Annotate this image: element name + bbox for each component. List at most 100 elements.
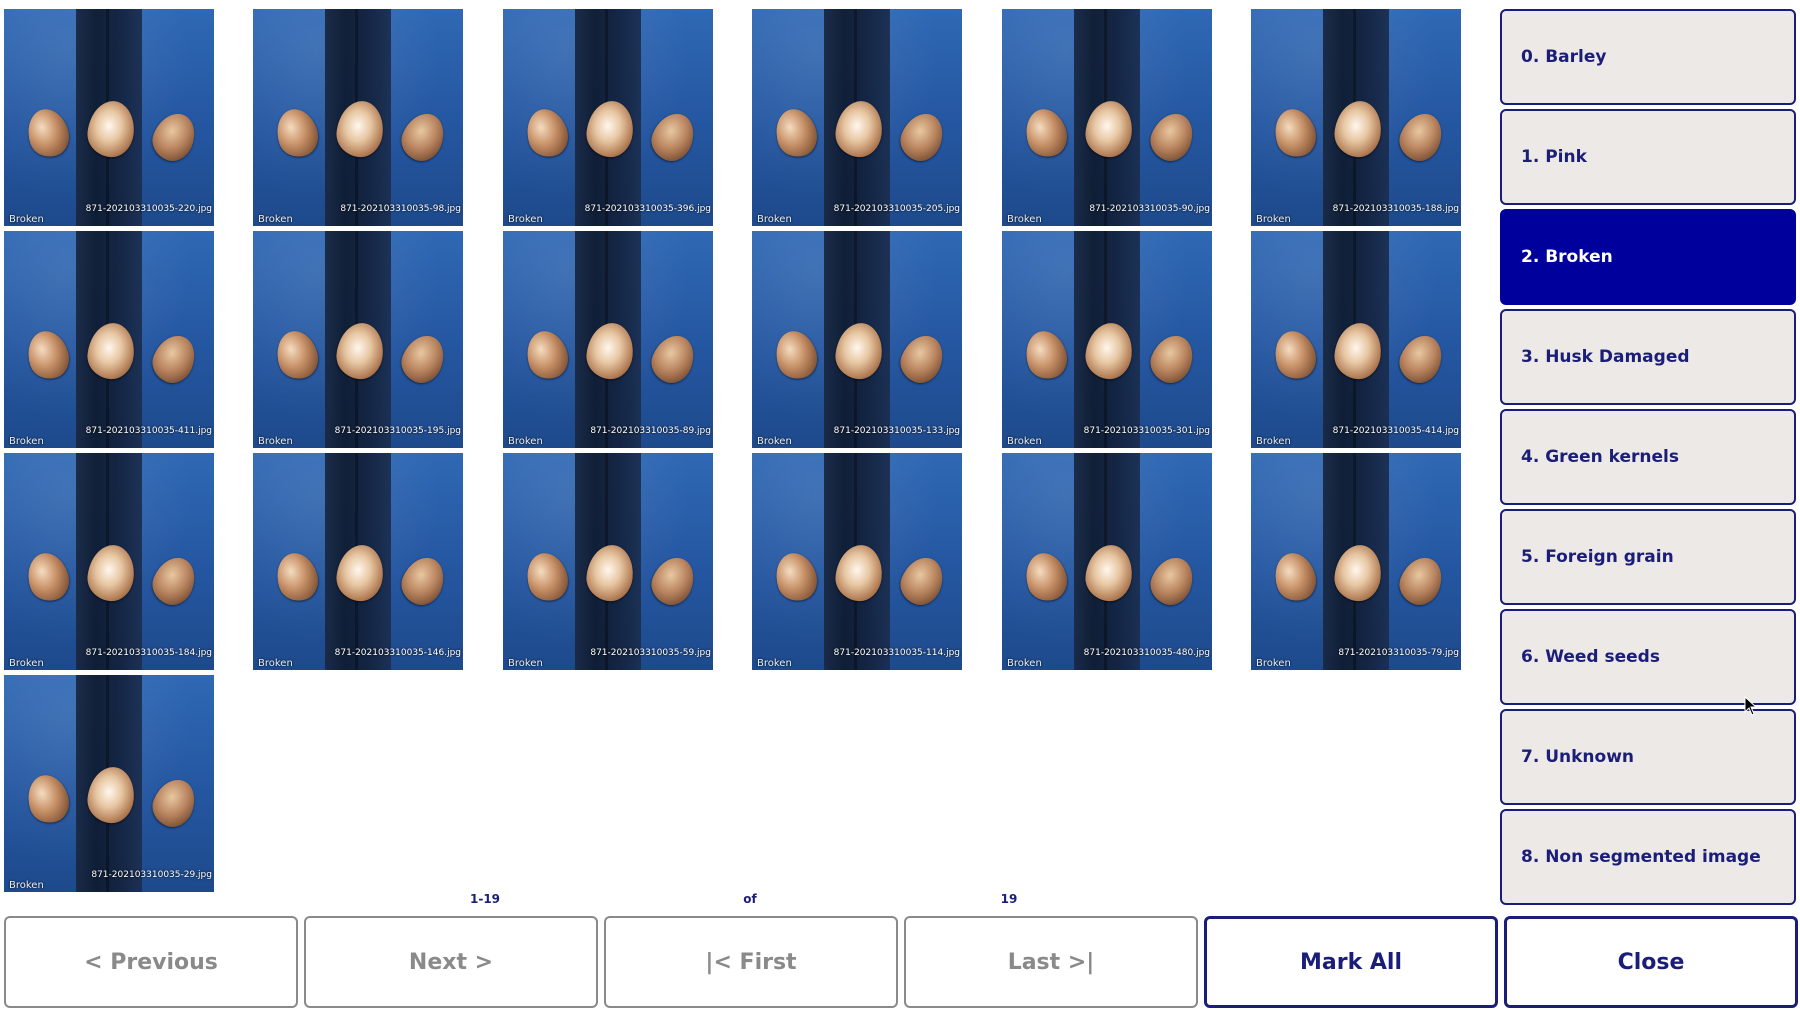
tile-class-label: Broken (1256, 436, 1291, 447)
tile-filename: 871-202103310035-89.jpg (590, 426, 711, 436)
kernel-image (270, 547, 324, 607)
kernel-image (270, 325, 324, 385)
kernel-image (645, 551, 701, 611)
last-button[interactable]: Last >| (904, 916, 1198, 1008)
tile-class-label: Broken (9, 658, 44, 669)
tile-filename: 871-202103310035-195.jpg (334, 426, 461, 436)
category-button[interactable]: 3. Husk Damaged (1500, 309, 1796, 405)
category-button[interactable]: 6. Weed seeds (1500, 609, 1796, 705)
image-tile[interactable]: Broken 871-202103310035-79.jpg (1251, 453, 1461, 670)
image-tile[interactable]: Broken 871-202103310035-90.jpg (1002, 9, 1212, 226)
tile-filename: 871-202103310035-98.jpg (340, 204, 461, 214)
category-button[interactable]: 1. Pink (1500, 109, 1796, 205)
tile-class-label: Broken (508, 214, 543, 225)
image-tile[interactable]: Broken 871-202103310035-188.jpg (1251, 9, 1461, 226)
previous-button[interactable]: < Previous (4, 916, 298, 1008)
pager-info: 1-19 of 19 (0, 892, 1800, 912)
tile-class-label: Broken (508, 658, 543, 669)
tile-filename: 871-202103310035-411.jpg (85, 426, 212, 436)
page-of-label: of (743, 892, 757, 906)
tile-class-label: Broken (258, 436, 293, 447)
image-tile[interactable]: Broken 871-202103310035-184.jpg (4, 453, 214, 670)
tile-class-label: Broken (1007, 214, 1042, 225)
image-tile[interactable]: Broken 871-202103310035-414.jpg (1251, 231, 1461, 448)
image-tile[interactable]: Broken 871-202103310035-89.jpg (503, 231, 713, 448)
first-button[interactable]: |< First (604, 916, 898, 1008)
kernel-image (645, 329, 701, 389)
category-button[interactable]: 2. Broken (1500, 209, 1796, 305)
image-tile[interactable]: Broken 871-202103310035-114.jpg (752, 453, 962, 670)
kernel-image (395, 107, 451, 167)
page-total: 19 (1000, 892, 1018, 906)
tile-class-label: Broken (757, 436, 792, 447)
category-button[interactable]: 4. Green kernels (1500, 409, 1796, 505)
kernel-image (1144, 107, 1200, 167)
kernel-image (1268, 103, 1322, 163)
kernel-image (1019, 103, 1073, 163)
kernel-image (769, 547, 823, 607)
kernel-image (520, 547, 574, 607)
kernel-image (769, 103, 823, 163)
image-tile[interactable]: Broken 871-202103310035-195.jpg (253, 231, 463, 448)
tile-filename: 871-202103310035-301.jpg (1083, 426, 1210, 436)
tile-filename: 871-202103310035-133.jpg (833, 426, 960, 436)
image-tile[interactable]: Broken 871-202103310035-480.jpg (1002, 453, 1212, 670)
tile-class-label: Broken (757, 658, 792, 669)
kernel-image (270, 103, 324, 163)
kernel-image (894, 107, 950, 167)
image-tile[interactable]: Broken 871-202103310035-301.jpg (1002, 231, 1212, 448)
kernel-image (645, 107, 701, 167)
kernel-image (1393, 551, 1449, 611)
tile-class-label: Broken (9, 880, 44, 891)
kernel-image (146, 107, 202, 167)
category-button[interactable]: 8. Non segmented image (1500, 809, 1796, 905)
image-tile[interactable]: Broken 871-202103310035-411.jpg (4, 231, 214, 448)
kernel-image (21, 325, 75, 385)
image-tile[interactable]: Broken 871-202103310035-29.jpg (4, 675, 214, 892)
kernel-image (520, 325, 574, 385)
kernel-image (146, 773, 202, 833)
image-tile[interactable]: Broken 871-202103310035-205.jpg (752, 9, 962, 226)
tile-filename: 871-202103310035-205.jpg (833, 204, 960, 214)
kernel-image (395, 329, 451, 389)
category-button[interactable]: 7. Unknown (1500, 709, 1796, 805)
tile-class-label: Broken (258, 658, 293, 669)
mouse-cursor-icon (1744, 696, 1758, 716)
kernel-image (21, 769, 75, 829)
kernel-image (1019, 325, 1073, 385)
tile-filename: 871-202103310035-220.jpg (85, 204, 212, 214)
kernel-image (1268, 325, 1322, 385)
kernel-image (894, 329, 950, 389)
tile-class-label: Broken (1007, 436, 1042, 447)
page-range: 1-19 (469, 892, 501, 906)
tile-class-label: Broken (258, 214, 293, 225)
tile-filename: 871-202103310035-414.jpg (1332, 426, 1459, 436)
tile-filename: 871-202103310035-396.jpg (584, 204, 711, 214)
image-tile[interactable]: Broken 871-202103310035-59.jpg (503, 453, 713, 670)
kernel-image (21, 103, 75, 163)
image-tile[interactable]: Broken 871-202103310035-133.jpg (752, 231, 962, 448)
kernel-image (1393, 329, 1449, 389)
image-grid: Broken 871-202103310035-220.jpg Broken 871-… (0, 0, 1490, 900)
tile-filename: 871-202103310035-146.jpg (334, 648, 461, 658)
tile-class-label: Broken (508, 436, 543, 447)
kernel-image (769, 325, 823, 385)
mark-all-button[interactable]: Mark All (1204, 916, 1498, 1008)
image-tile[interactable]: Broken 871-202103310035-220.jpg (4, 9, 214, 226)
tile-class-label: Broken (1007, 658, 1042, 669)
image-tile[interactable]: Broken 871-202103310035-98.jpg (253, 9, 463, 226)
kernel-image (894, 551, 950, 611)
tile-filename: 871-202103310035-480.jpg (1083, 648, 1210, 658)
tile-class-label: Broken (757, 214, 792, 225)
image-tile[interactable]: Broken 871-202103310035-396.jpg (503, 9, 713, 226)
category-button[interactable]: 0. Barley (1500, 9, 1796, 105)
kernel-image (146, 551, 202, 611)
close-button[interactable]: Close (1504, 916, 1798, 1008)
kernel-image (1268, 547, 1322, 607)
tile-class-label: Broken (1256, 214, 1291, 225)
category-button[interactable]: 5. Foreign grain (1500, 509, 1796, 605)
image-tile[interactable]: Broken 871-202103310035-146.jpg (253, 453, 463, 670)
tile-class-label: Broken (1256, 658, 1291, 669)
next-button[interactable]: Next > (304, 916, 598, 1008)
tile-filename: 871-202103310035-90.jpg (1089, 204, 1210, 214)
